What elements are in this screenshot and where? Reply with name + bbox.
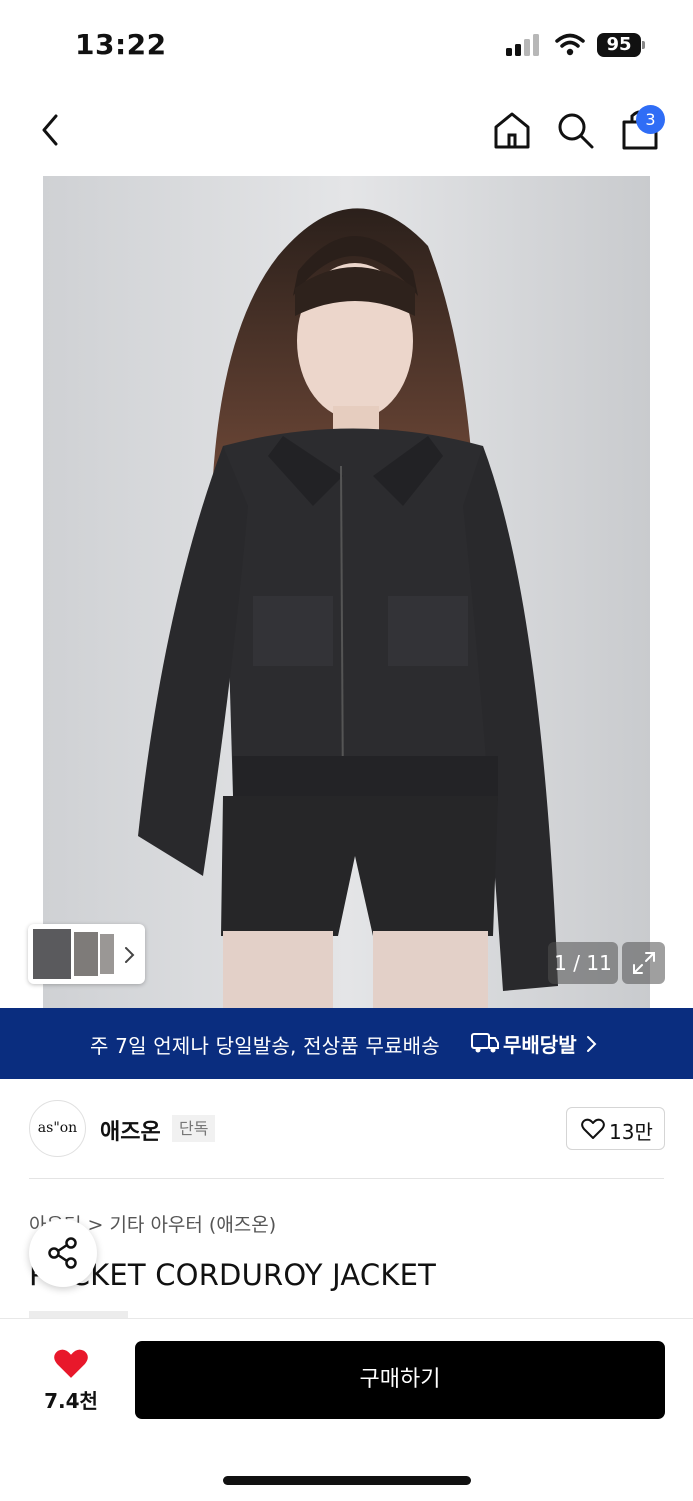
heart-filled-icon[interactable] [52,1347,90,1381]
promo-text: 주 7일 언제나 당일발송, 전상품 무료배송 [90,1034,440,1058]
image-counter: 1 / 11 [548,942,618,984]
thumbnail-2[interactable] [74,932,98,976]
expand-icon [633,952,655,974]
promo-badge: 무배당발 [503,1033,577,1057]
divider [29,1178,664,1179]
buy-button[interactable]: 구매하기 [135,1341,665,1419]
chevron-right-icon [125,947,135,963]
brand-logo[interactable]: as"on [29,1100,86,1157]
status-time: 13:22 [75,28,167,61]
promo-banner[interactable]: 주 7일 언제나 당일발송, 전상품 무료배송 무배당발 [0,1008,693,1079]
bottom-action-bar: 7.4천 구매하기 [0,1318,693,1501]
battery-tip [642,41,645,49]
exclusive-tag: 단독 [172,1115,216,1142]
thumbnail-strip[interactable] [28,924,145,984]
search-icon[interactable] [556,111,596,151]
heart-outline-icon [581,1118,605,1139]
wifi-icon [555,33,585,56]
expand-button[interactable] [622,942,665,984]
cellular-signal-icon [506,34,542,56]
product-image[interactable] [43,176,650,1008]
thumbnail-1[interactable] [33,929,71,979]
cart-count-badge: 3 [636,105,665,134]
delivery-truck-icon [471,1033,499,1053]
chevron-right-icon [587,1036,597,1052]
home-icon[interactable] [492,110,532,150]
home-indicator [223,1476,471,1485]
share-icon [48,1237,77,1269]
brand-name[interactable]: 애즈온 [100,1114,161,1146]
brand-like-count: 13만 [609,1120,653,1144]
share-button[interactable] [29,1219,97,1287]
thumbnail-3[interactable] [100,934,114,974]
brand-like-button[interactable]: 13만 [566,1107,665,1150]
back-icon[interactable] [36,112,66,148]
wish-count: 7.4천 [44,1389,98,1413]
battery-indicator: 95 [597,33,641,57]
